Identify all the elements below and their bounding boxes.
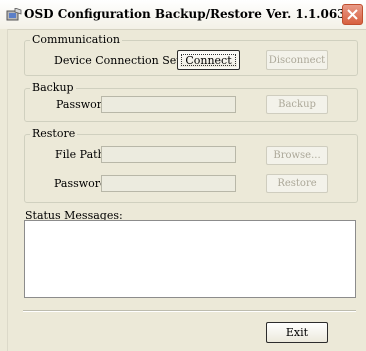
status-messages-box[interactable] <box>24 220 356 298</box>
shield-icon <box>6 7 22 21</box>
close-icon <box>347 9 358 20</box>
browse-button-label: Browse... <box>273 150 321 161</box>
backup-password-field[interactable] <box>101 96 236 113</box>
disconnect-button-label: Disconnect <box>268 54 326 66</box>
window-title: OSD Configuration Backup/Restore Ver. 1.… <box>24 7 346 21</box>
restore-button[interactable]: Restore <box>266 174 328 193</box>
restore-password-field[interactable] <box>101 175 236 192</box>
backup-button-label: Backup <box>278 99 316 110</box>
disconnect-button[interactable]: Disconnect <box>266 50 328 70</box>
backup-button[interactable]: Backup <box>266 95 328 114</box>
communication-legend: Communication <box>30 33 122 46</box>
close-button[interactable] <box>342 4 363 25</box>
app-window: OSD Configuration Backup/Restore Ver. 1.… <box>0 0 366 351</box>
browse-button[interactable]: Browse... <box>266 146 328 165</box>
divider <box>23 310 356 312</box>
backup-legend: Backup <box>30 81 76 94</box>
title-bar[interactable]: OSD Configuration Backup/Restore Ver. 1.… <box>0 0 366 30</box>
window-frame <box>0 29 8 351</box>
file-path-field[interactable] <box>101 146 236 163</box>
exit-button-label: Exit <box>285 326 309 339</box>
exit-button[interactable]: Exit <box>266 322 328 343</box>
connect-button[interactable]: Connect <box>177 50 240 70</box>
focus-ring <box>181 54 236 66</box>
restore-button-label: Restore <box>277 178 317 189</box>
restore-legend: Restore <box>30 127 78 140</box>
